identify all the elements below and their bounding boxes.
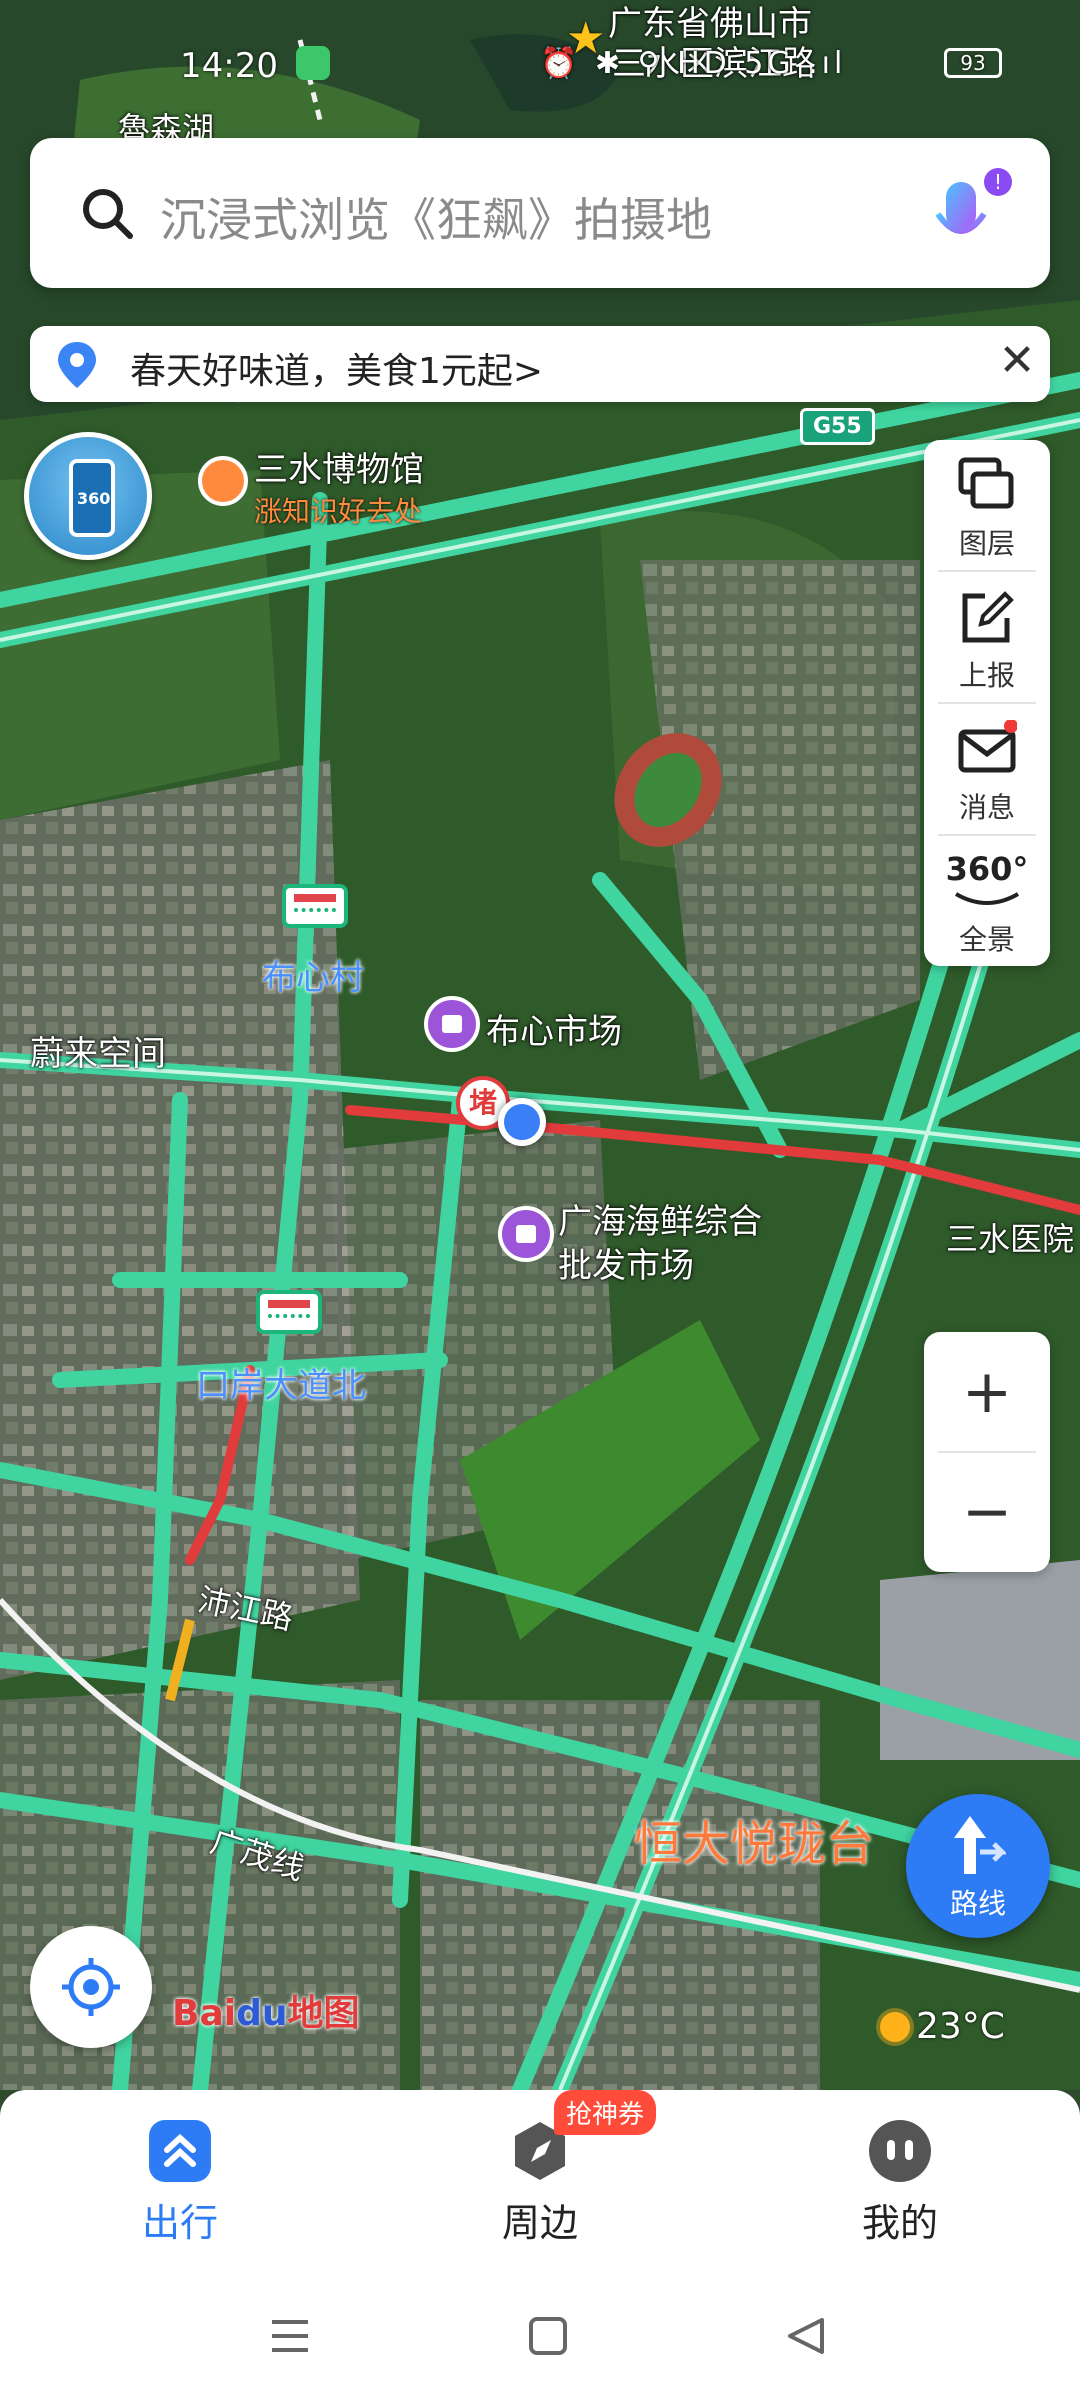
weather-temp: 23°C — [916, 2006, 1005, 2047]
route-button[interactable]: 路线 — [906, 1794, 1050, 1938]
logo-map: 地图 — [287, 1993, 360, 2034]
map-label-seafood-2[interactable]: 批发市场 — [558, 1238, 694, 1287]
report-label: 上报 — [958, 659, 1015, 692]
shopping-bag-icon[interactable] — [498, 1206, 554, 1262]
report-button[interactable]: 上报 — [924, 572, 1050, 700]
search-placeholder[interactable]: 沉浸式浏览《狂飙》拍摄地 — [160, 184, 712, 250]
map-label-left-place[interactable]: 蔚来空间 — [30, 1026, 166, 1075]
map-label-hospital[interactable]: 三水医院 — [946, 1214, 1074, 1260]
status-bar: 14:20 ⏰ ✱ ⚲ HD 5G .ıl 93 — [0, 40, 1080, 96]
map-label-estate[interactable]: 恒大悦珑台 — [634, 1804, 874, 1874]
messages-label: 消息 — [958, 791, 1015, 824]
street-view-text: 360 — [77, 489, 111, 508]
nav-nearby-label: 周边 — [501, 2201, 578, 2245]
street-view-thumbnail[interactable]: 360 — [24, 432, 152, 560]
route-arrow-icon — [954, 1816, 1006, 1874]
zoom-out-button[interactable]: − — [924, 1452, 1050, 1572]
shopping-bag-icon[interactable] — [424, 996, 480, 1052]
weather-widget[interactable]: 23°C — [880, 2006, 1005, 2047]
coupon-badge[interactable]: 抢神券 — [554, 2090, 657, 2135]
nav-travel-label: 出行 — [141, 2201, 218, 2245]
logo-du: du — [236, 1993, 288, 2034]
panorama-button[interactable]: 360° 全景 — [924, 836, 1050, 964]
back-icon[interactable] — [784, 2314, 828, 2362]
search-bar[interactable]: 沉浸式浏览《狂飙》拍摄地 ! — [30, 138, 1050, 288]
map-view[interactable]: 广东省佛山市 三水区滨江路 ★ 魯森湖 三水博物馆 涨知识好去处 G55 布心村… — [0, 0, 1080, 2090]
screen: { "status_bar": { "time": "14:20", "icon… — [0, 0, 1080, 2400]
home-icon[interactable] — [526, 2314, 570, 2362]
edit-report-icon — [962, 591, 1014, 643]
messages-button[interactable]: 消息 — [924, 704, 1050, 832]
zoom-in-button[interactable]: + — [924, 1332, 1050, 1452]
status-icons: ⏰ ✱ ⚲ HD 5G .ıl — [540, 46, 847, 81]
highway-shield: G55 — [800, 408, 875, 445]
nav-mine-label: 我的 — [861, 2201, 938, 2245]
map-label-market[interactable]: 布心市场 — [486, 1004, 622, 1053]
rotate-arc-icon — [954, 892, 1020, 905]
nav-travel[interactable]: 出行 — [80, 2120, 280, 2247]
route-label: 路线 — [949, 1887, 1006, 1920]
phone-icon: 360 — [69, 459, 115, 537]
status-time: 14:20 — [180, 46, 278, 86]
menu-icon[interactable] — [268, 2314, 312, 2362]
search-icon — [83, 189, 133, 239]
battery-icon: 93 — [944, 48, 1002, 78]
nav-mine[interactable]: 我的 — [800, 2120, 1000, 2247]
map-label-museum-sub: 涨知识好去处 — [254, 495, 423, 528]
travel-icon — [149, 2120, 211, 2182]
map-label-seafood-1[interactable]: 广海海鲜综合 — [558, 1194, 762, 1243]
panorama-360-icon: 360° — [945, 850, 1029, 888]
layers-icon — [958, 457, 1014, 509]
metro-station-icon[interactable] — [256, 1290, 322, 1334]
zoom-control: + − — [924, 1332, 1050, 1572]
museum-icon[interactable] — [198, 456, 248, 506]
map-label-port[interactable]: 口岸大道北 — [196, 1358, 366, 1407]
nav-nearby[interactable]: 周边 — [440, 2120, 640, 2247]
sun-icon — [880, 2012, 910, 2042]
my-location-dot — [498, 1098, 546, 1146]
logo-bai: Bai — [172, 1993, 237, 2034]
baidu-map-logo: Baidu地图 — [172, 1984, 360, 2036]
voice-mic-icon[interactable]: ! — [930, 168, 1016, 260]
map-label-museum[interactable]: 三水博物馆 — [254, 442, 424, 491]
layers-label: 图层 — [958, 527, 1015, 560]
map-tools-panel: 图层 上报 消息 360° 全景 — [924, 440, 1050, 966]
system-nav-bar — [0, 2290, 1080, 2380]
promo-banner[interactable]: 春天好味道，美食1元起> ✕ — [30, 326, 1050, 402]
location-pin-icon — [58, 342, 96, 388]
promo-text[interactable]: 春天好味道，美食1元起> — [130, 342, 543, 394]
crosshair-icon — [62, 1958, 120, 2016]
panorama-label: 全景 — [958, 923, 1015, 956]
map-label-village[interactable]: 布心村 — [262, 950, 364, 999]
layers-button[interactable]: 图层 — [924, 440, 1050, 568]
close-icon[interactable]: ✕ — [992, 336, 1042, 386]
metro-station-icon[interactable] — [282, 884, 348, 928]
profile-icon — [869, 2120, 931, 2182]
mail-icon — [958, 720, 1017, 773]
svg-text:!: ! — [994, 170, 1002, 194]
app-notification-icon — [296, 46, 330, 80]
locate-me-button[interactable] — [30, 1926, 152, 2048]
